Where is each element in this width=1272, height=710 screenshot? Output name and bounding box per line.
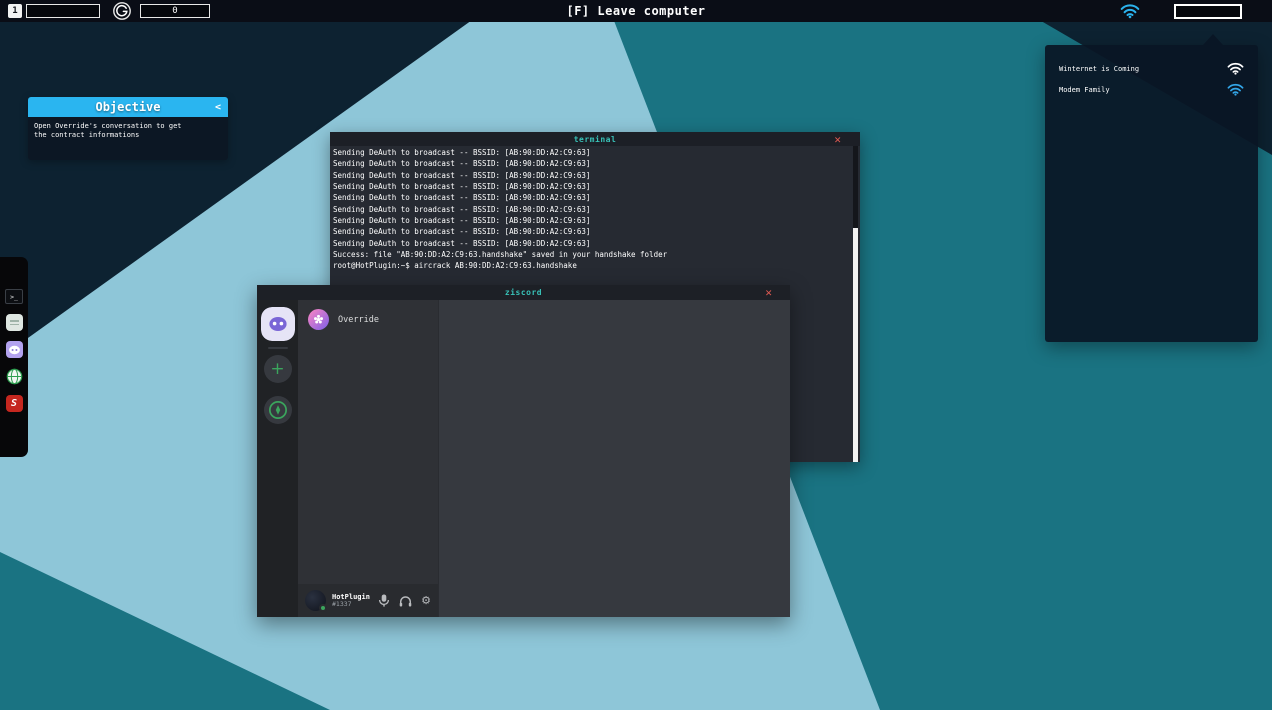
objective-panel: Objective < Open Override's conversation…: [28, 97, 228, 160]
objective-text: Open Override's conversation to get the …: [34, 122, 192, 140]
ziscord-chat-area: [438, 300, 790, 617]
dm-item-override[interactable]: Override: [298, 300, 438, 330]
ziscord-close-button[interactable]: ✕: [765, 285, 772, 300]
terminal-line: Sending DeAuth to broadcast -- BSSID: [A…: [333, 238, 851, 249]
wifi-network-name: Modem Family: [1059, 86, 1110, 94]
ziscord-server-rail: +: [257, 300, 298, 617]
ziscord-app-icon[interactable]: [6, 341, 23, 358]
wifi-network-name: Winternet is Coming: [1059, 65, 1139, 73]
mic-icon[interactable]: [378, 594, 390, 607]
terminal-line: Sending DeAuth to broadcast -- BSSID: [A…: [333, 226, 851, 237]
terminal-line: Sending DeAuth to broadcast -- BSSID: [A…: [333, 158, 851, 169]
ziscord-window: ziscord ✕ +: [257, 285, 790, 617]
red-app-icon[interactable]: S: [6, 395, 23, 412]
terminal-line: Sending DeAuth to broadcast -- BSSID: [A…: [333, 170, 851, 181]
add-server-button[interactable]: +: [264, 355, 292, 383]
status-box[interactable]: [1174, 4, 1242, 19]
ziscord-titlebar[interactable]: ziscord ✕: [257, 285, 790, 300]
panel-notch: [1203, 34, 1223, 45]
wifi-signal-icon: [1227, 62, 1244, 75]
user-tag: #1337: [332, 601, 370, 608]
objective-header: Objective <: [28, 97, 228, 117]
wifi-network-item[interactable]: Winternet is Coming: [1045, 58, 1258, 79]
browser-app-icon[interactable]: [6, 368, 23, 385]
terminal-line: Sending DeAuth to broadcast -- BSSID: [A…: [333, 192, 851, 203]
online-status-dot: [319, 604, 327, 612]
wifi-signal-icon: [1227, 83, 1244, 96]
objective-title: Objective: [95, 100, 160, 114]
override-avatar: [308, 309, 329, 330]
terminal-line: Sending DeAuth to broadcast -- BSSID: [A…: [333, 181, 851, 192]
ziscord-dm-column: Override HotPlugin #1337: [298, 300, 438, 617]
terminal-close-button[interactable]: ✕: [834, 132, 841, 146]
user-avatar: [305, 590, 326, 611]
headphones-icon[interactable]: [399, 595, 412, 607]
terminal-line: Sending DeAuth to broadcast -- BSSID: [A…: [333, 215, 851, 226]
terminal-line: Sending DeAuth to broadcast -- BSSID: [A…: [333, 204, 851, 215]
game-desktop: 1 0 [F] Leave computer Objective < Op: [0, 0, 1272, 710]
objective-collapse-button[interactable]: <: [215, 97, 221, 117]
taskbar: >_ S: [0, 257, 28, 457]
settings-gear-icon[interactable]: ⚙: [421, 595, 431, 606]
dm-name: Override: [338, 315, 379, 325]
wifi-networks-panel: Winternet is Coming Modem Family: [1045, 45, 1258, 342]
rail-divider: [268, 347, 288, 349]
terminal-line: Success: file "AB:90:DD:A2:C9:63.handsha…: [333, 249, 851, 260]
wifi-network-item[interactable]: Modem Family: [1045, 79, 1258, 100]
top-bar: 1 0 [F] Leave computer: [0, 0, 1272, 22]
leave-computer-hint: [F] Leave computer: [0, 0, 1272, 22]
user-bar: HotPlugin #1337: [298, 584, 438, 617]
terminal-line: Sending DeAuth to broadcast -- BSSID: [A…: [333, 147, 851, 158]
ziscord-content: +: [257, 300, 790, 617]
plus-icon: +: [270, 361, 284, 378]
notes-app-icon[interactable]: [6, 314, 23, 331]
objective-body: Open Override's conversation to get the …: [28, 117, 228, 160]
ziscord-home-button[interactable]: [261, 307, 295, 341]
ziscord-title: ziscord: [505, 288, 542, 297]
terminal-scrollbar: [853, 146, 858, 462]
terminal-app-icon[interactable]: >_: [5, 289, 23, 304]
wifi-icon[interactable]: [1120, 3, 1140, 19]
terminal-scrollbar-thumb[interactable]: [853, 228, 858, 462]
compass-icon: [266, 398, 290, 422]
terminal-title: terminal: [574, 135, 617, 144]
explore-servers-button[interactable]: [264, 396, 292, 424]
terminal-prompt-line: root@HotPlugin:~$ aircrack AB:90:DD:A2:C…: [333, 260, 851, 271]
terminal-titlebar[interactable]: terminal ✕: [330, 132, 860, 146]
